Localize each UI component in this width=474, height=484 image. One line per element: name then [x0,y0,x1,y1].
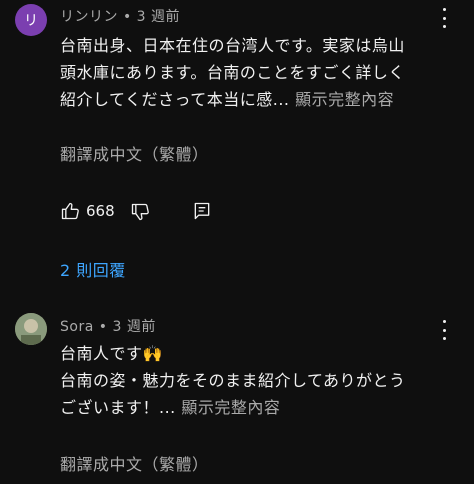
comment-line: 台南の姿・魅力をそのまま紹介してありがとう [60,371,406,390]
comment-line: 台南出身、日本在住の台湾人です。実家は烏山 [60,36,405,55]
meta-separator: • [93,319,113,335]
comment-line: 台南人です🙌 [60,344,163,363]
avatar[interactable]: リ [15,4,47,36]
more-options-icon[interactable] [437,8,451,28]
translate-link[interactable]: 翻譯成中文（繁體） [60,141,209,165]
avatar[interactable] [15,313,47,345]
comment-line-last: ございます！... 顯示完整內容 [60,394,452,421]
comment-author[interactable]: リンリン [60,9,118,25]
thumbs-up-icon[interactable] [60,201,80,221]
comment-time[interactable]: 3 週前 [112,319,155,335]
comment-meta: リンリン • 3 週前 [60,6,180,26]
show-more-link[interactable]: 顯示完整內容 [295,90,394,109]
translate-link[interactable]: 翻譯成中文（繁體） [60,451,209,475]
comment-text: 台南人です🙌 台南の姿・魅力をそのまま紹介してありがとう ございます！... 顯… [60,340,452,421]
view-replies-button[interactable]: 2 則回覆 [60,257,126,281]
comment-meta: Sora • 3 週前 [60,316,156,336]
more-options-icon[interactable] [437,320,451,340]
comment-line: 頭水庫にあります。台南のことをすごく詳しく [60,63,405,82]
show-more-link[interactable]: 顯示完整內容 [181,398,280,417]
thumbs-down-icon[interactable] [130,202,150,222]
meta-separator: • [118,9,137,25]
comment-text: 台南出身、日本在住の台湾人です。実家は烏山 頭水庫にあります。台南のことをすごく… [60,32,452,113]
comment-line-last: 紹介してくださって本当に感... 顯示完整內容 [60,86,452,113]
avatar-letter: リ [24,13,38,29]
reply-icon[interactable] [192,201,212,221]
like-count: 668 [86,202,115,220]
comment-line: 紹介してくださって本当に感... [60,90,290,109]
comment-time[interactable]: 3 週前 [137,9,180,25]
avatar-image-icon [15,313,47,345]
comment-author[interactable]: Sora [60,319,94,335]
comment-actions: 668 [60,198,260,226]
comment-line: ございます！... [60,398,176,417]
